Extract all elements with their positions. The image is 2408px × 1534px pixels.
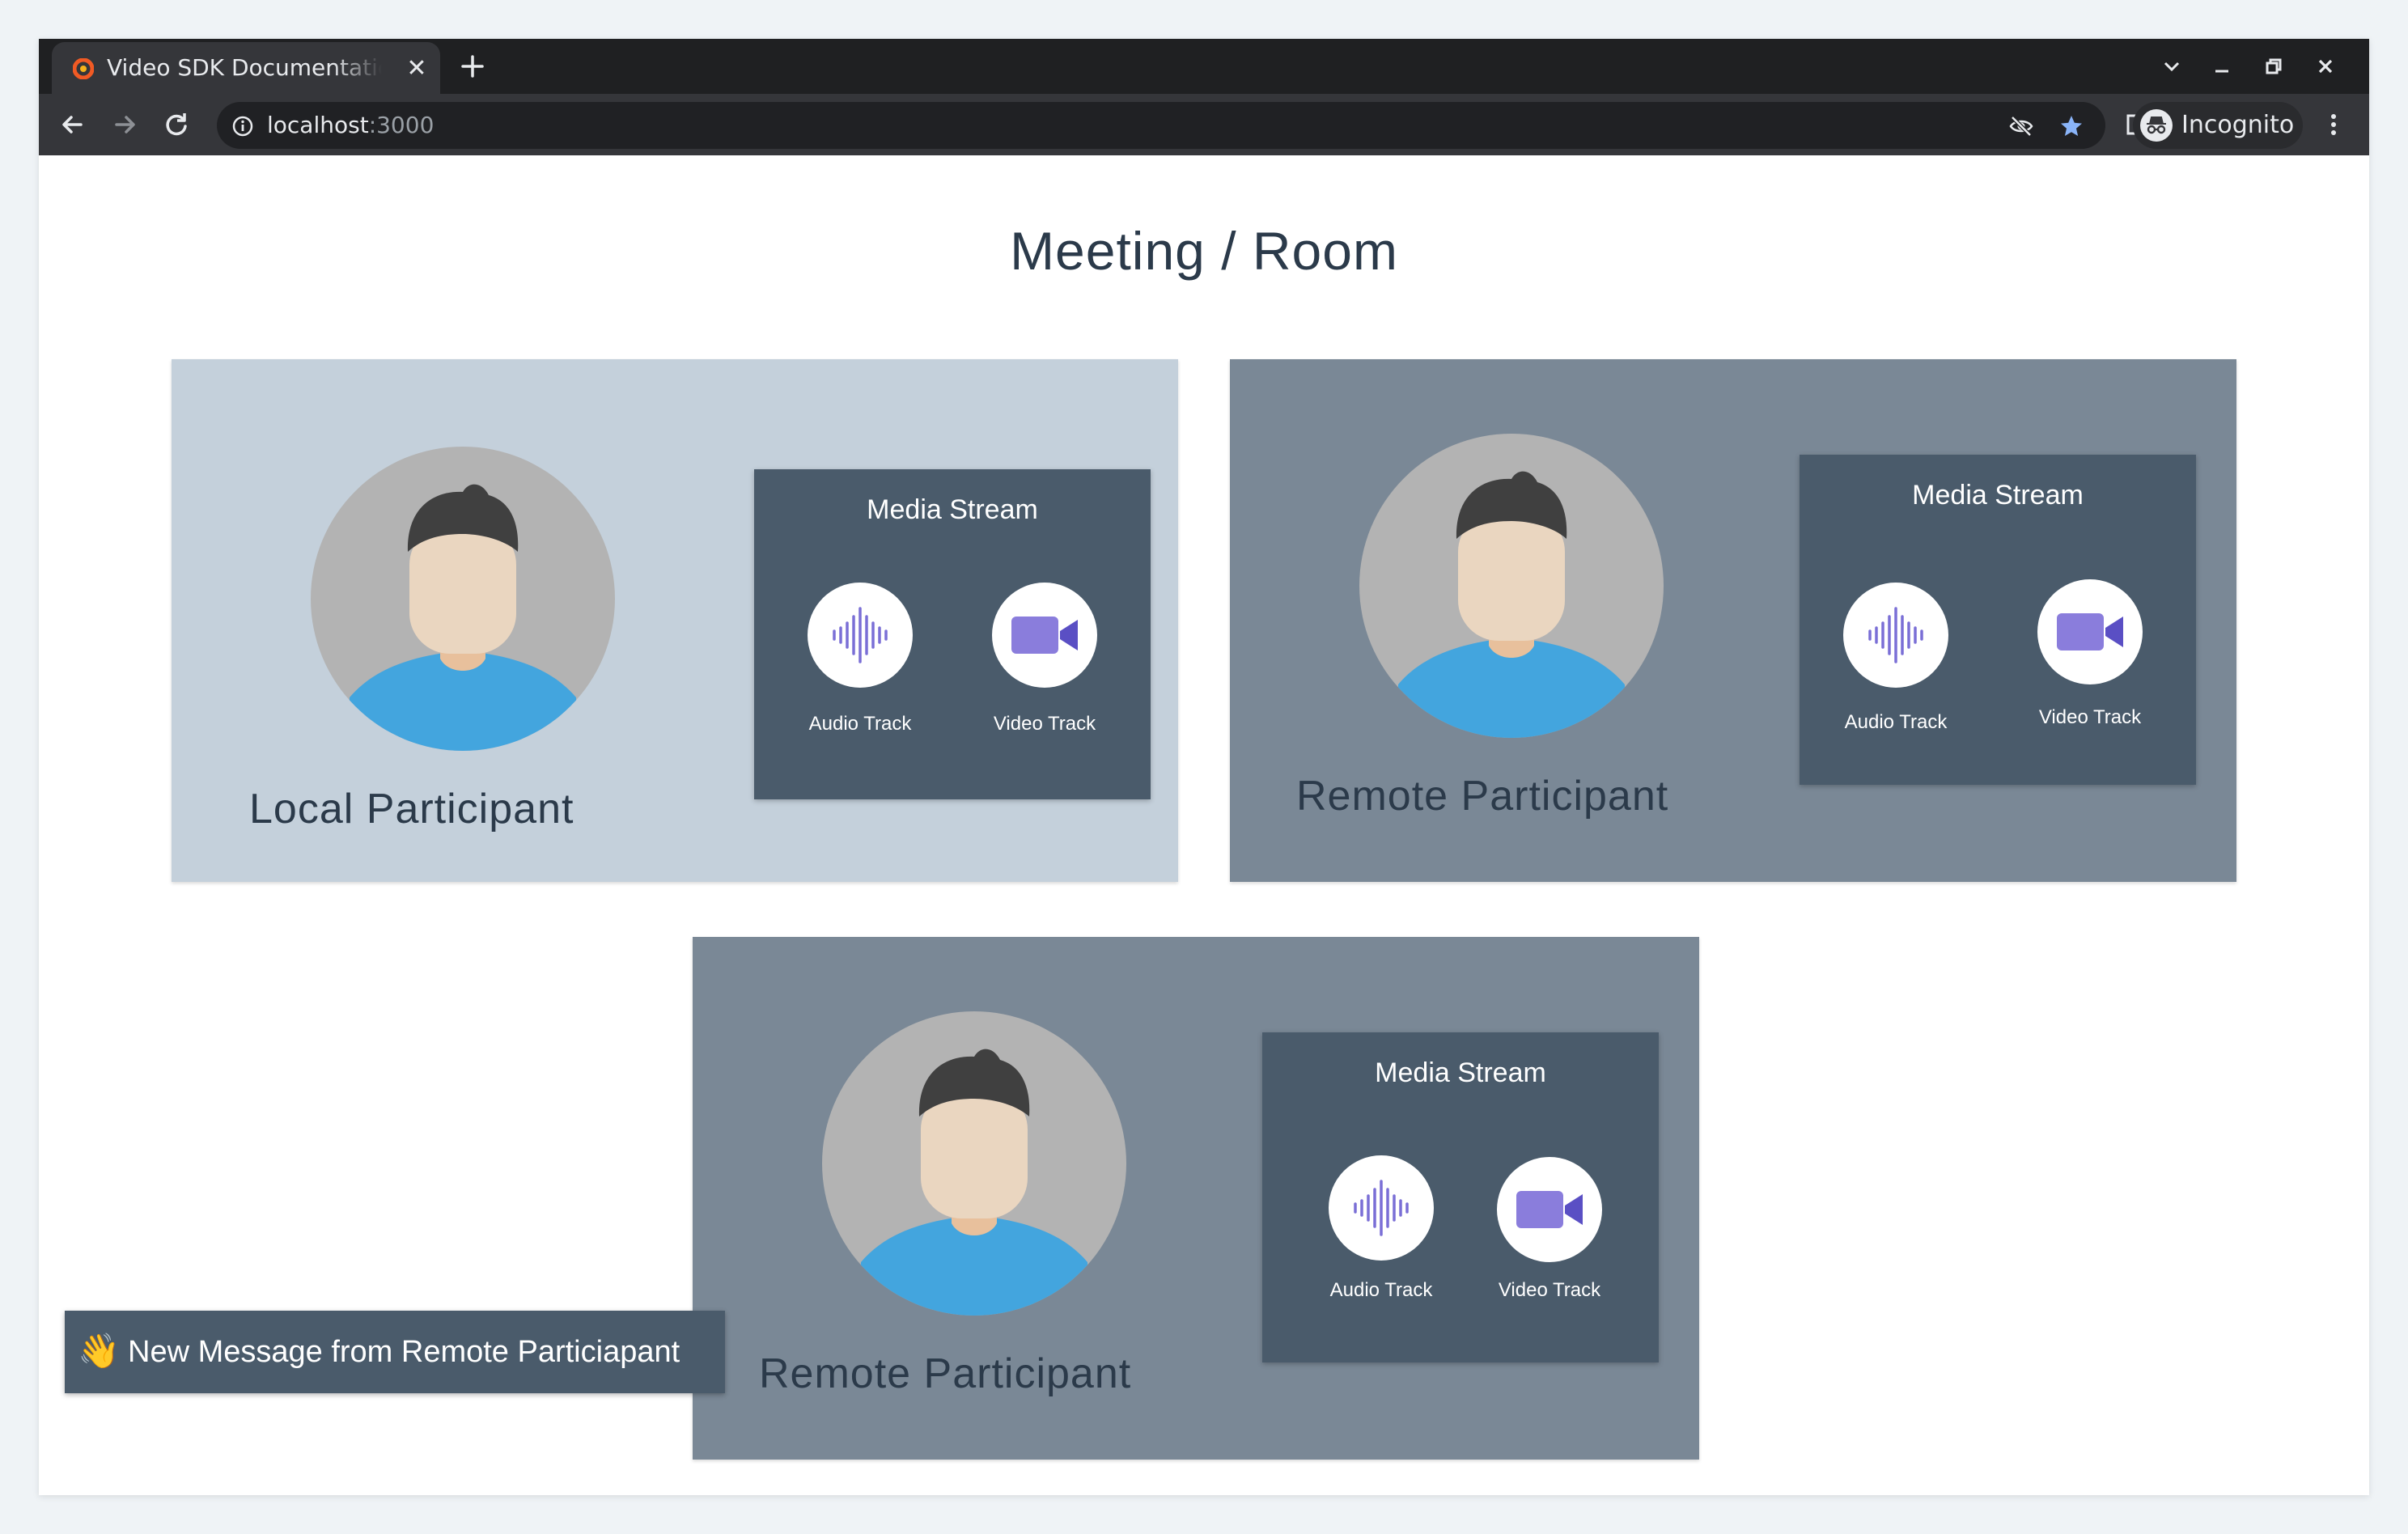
media-stream-panel: Media Stream Audio Track Video Track (754, 469, 1151, 799)
audio-track-button[interactable] (1843, 583, 1948, 688)
media-stream-title: Media Stream (867, 494, 1038, 525)
video-track-button[interactable] (1497, 1157, 1602, 1262)
participant-name: Local Participant (249, 786, 574, 833)
restore-icon[interactable] (2259, 52, 2288, 81)
tab-title: Video SDK Documentation (107, 54, 382, 81)
site-info-icon[interactable] (231, 115, 254, 138)
media-stream-title: Media Stream (1912, 480, 2084, 511)
close-window-icon[interactable] (2311, 52, 2340, 81)
toast-message: New Message from Remote Particiapant (128, 1335, 680, 1369)
audio-track-button[interactable] (1329, 1155, 1434, 1261)
tab-search-icon[interactable] (2157, 52, 2186, 81)
video-camera-icon (1011, 617, 1078, 654)
tab-strip: Video SDK Documentation ✕ (39, 39, 2369, 94)
reload-icon[interactable] (160, 108, 193, 141)
address-bar[interactable]: localhost:3000 (217, 102, 2105, 149)
more-menu-icon[interactable] (2317, 108, 2350, 141)
url-port: :3000 (368, 112, 435, 138)
audio-track-label: Audio Track (1329, 1279, 1433, 1301)
minimize-icon[interactable] (2207, 52, 2236, 81)
video-track-button[interactable] (2037, 579, 2143, 684)
new-tab-icon[interactable] (456, 50, 489, 83)
media-stream-title: Media Stream (1375, 1057, 1546, 1088)
audio-waveform-icon (833, 607, 888, 663)
browser-toolbar: localhost:3000 Incognito (39, 94, 2369, 155)
media-stream-panel: Media Stream Audio Track Video Track (1800, 455, 2196, 785)
audio-track-button[interactable] (808, 583, 913, 688)
incognito-label: Incognito (2181, 111, 2295, 139)
browser-tab[interactable]: Video SDK Documentation ✕ (52, 42, 440, 94)
incognito-icon (2140, 109, 2173, 142)
media-stream-panel: Media Stream Audio Track Video Track (1262, 1032, 1659, 1362)
bookmark-star-icon[interactable] (2058, 113, 2084, 139)
url-host: localhost (267, 112, 369, 138)
participant-name: Remote Participant (759, 1350, 1132, 1397)
audio-track-label: Audio Track (808, 713, 912, 735)
video-camera-icon (2057, 613, 2123, 650)
waving-hand-icon: 👋 (78, 1331, 121, 1371)
person-avatar-icon (311, 447, 615, 751)
eye-off-icon[interactable] (2008, 113, 2034, 139)
incognito-indicator[interactable]: Incognito (2133, 102, 2303, 149)
message-toast[interactable]: 👋 New Message from Remote Particiapant (65, 1311, 725, 1393)
video-camera-icon (1516, 1191, 1583, 1228)
tab-close-icon[interactable]: ✕ (405, 57, 429, 81)
page-title: Meeting / Room (1010, 221, 1398, 281)
person-avatar-icon (1359, 434, 1664, 738)
page-content: Meeting / Room Local Participant Media S… (39, 155, 2369, 1495)
participant-card-remote: Remote Participant Media Stream Audio Tr… (1230, 359, 2236, 882)
audio-track-label: Audio Track (1844, 711, 1948, 733)
favicon-icon (73, 58, 94, 79)
audio-waveform-icon (1868, 607, 1923, 663)
person-avatar-icon (822, 1011, 1126, 1316)
participant-card-remote: Remote Participant Media Stream Audio Tr… (693, 937, 1699, 1460)
participant-card-local: Local Participant Media Stream Audio Tra… (172, 359, 1178, 882)
browser-window: Video SDK Documentation ✕ localhost:3000… (39, 39, 2369, 1495)
forward-icon[interactable] (108, 108, 141, 141)
video-track-label: Video Track (2038, 706, 2142, 728)
back-icon[interactable] (57, 108, 89, 141)
video-track-button[interactable] (992, 583, 1097, 688)
video-track-label: Video Track (993, 713, 1096, 735)
video-track-label: Video Track (1498, 1279, 1601, 1301)
url-text: localhost:3000 (267, 110, 434, 141)
participant-name: Remote Participant (1296, 773, 1669, 820)
audio-waveform-icon (1354, 1180, 1409, 1236)
